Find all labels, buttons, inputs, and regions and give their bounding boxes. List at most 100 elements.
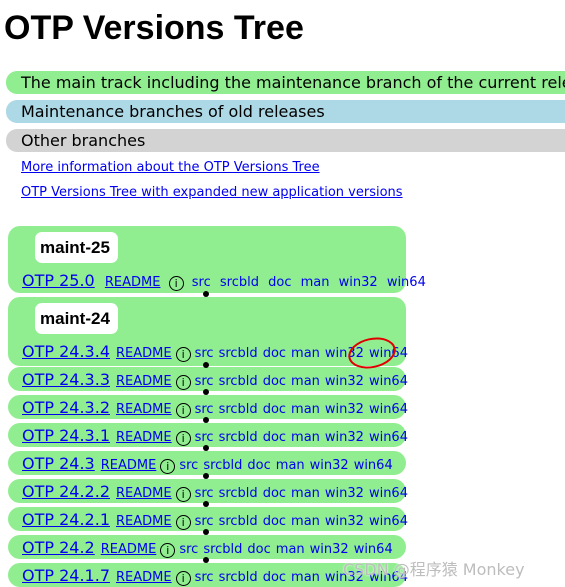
srcbld-link[interactable]: srcbld (219, 486, 258, 501)
legend-maintenance-old: Maintenance branches of old releases (6, 100, 565, 123)
doc-link[interactable]: doc (268, 275, 291, 290)
readme-link[interactable]: README (101, 458, 157, 473)
more-info-link[interactable]: More information about the OTP Versions … (21, 160, 320, 176)
win32-link[interactable]: win32 (325, 430, 364, 445)
expanded-tree-link[interactable]: OTP Versions Tree with expanded new appl… (21, 185, 403, 201)
release-row: OTP 24.2 README i src srcbld doc man win32 win64 (22, 538, 393, 558)
srcbld-link[interactable]: srcbld (203, 458, 242, 473)
srcbld-link[interactable]: srcbld (220, 275, 259, 290)
release-version-link[interactable]: OTP 24.3.2 (22, 398, 110, 417)
doc-link[interactable]: doc (263, 486, 286, 501)
info-icon[interactable]: i (175, 487, 191, 502)
info-icon[interactable]: i (160, 459, 176, 474)
man-link[interactable]: man (291, 402, 320, 417)
win32-link[interactable]: win32 (339, 275, 378, 290)
src-link[interactable]: src (195, 514, 214, 529)
legend-other-branches: Other branches (6, 129, 565, 152)
info-icon[interactable]: i (168, 276, 184, 291)
win32-link[interactable]: win32 (325, 402, 364, 417)
info-icon[interactable]: i (175, 571, 191, 586)
branch-header: maint-25 (35, 232, 118, 263)
srcbld-link[interactable]: srcbld (219, 374, 258, 389)
man-link[interactable]: man (291, 514, 320, 529)
win32-link[interactable]: win32 (310, 458, 349, 473)
doc-link[interactable]: doc (263, 514, 286, 529)
release-row: OTP 24.2.2 README i src srcbld doc man win32 win… (22, 482, 408, 502)
doc-link[interactable]: doc (247, 542, 270, 557)
src-link[interactable]: src (195, 570, 214, 585)
src-link[interactable]: src (195, 430, 214, 445)
release-version-link[interactable]: OTP 24.3 (22, 454, 95, 473)
readme-link[interactable]: README (116, 346, 172, 361)
win32-link[interactable]: win32 (310, 542, 349, 557)
src-link[interactable]: src (192, 275, 211, 290)
win32-link[interactable]: win32 (325, 514, 364, 529)
srcbld-link[interactable]: srcbld (219, 402, 258, 417)
info-icon[interactable]: i (175, 431, 191, 446)
man-link[interactable]: man (291, 346, 320, 361)
win64-link[interactable]: win64 (369, 486, 408, 501)
win64-link[interactable]: win64 (354, 458, 393, 473)
srcbld-link[interactable]: srcbld (219, 430, 258, 445)
branch-header: maint-24 (35, 303, 118, 334)
man-link[interactable]: man (291, 430, 320, 445)
man-link[interactable]: man (301, 275, 330, 290)
readme-link[interactable]: README (116, 402, 172, 417)
release-version-link[interactable]: OTP 24.3.3 (22, 370, 110, 389)
info-icon[interactable]: i (175, 403, 191, 418)
src-link[interactable]: src (179, 458, 198, 473)
man-link[interactable]: man (291, 570, 320, 585)
info-icon[interactable]: i (175, 375, 191, 390)
man-link[interactable]: man (276, 458, 305, 473)
release-version-link[interactable]: OTP 24.3.1 (22, 426, 110, 445)
tree-connector-dot (203, 362, 209, 368)
doc-link[interactable]: doc (263, 402, 286, 417)
src-link[interactable]: src (195, 402, 214, 417)
release-version-link[interactable]: OTP 24.1.7 (22, 566, 110, 585)
readme-link[interactable]: README (116, 374, 172, 389)
src-link[interactable]: src (179, 542, 198, 557)
readme-link[interactable]: README (116, 430, 172, 445)
doc-link[interactable]: doc (263, 430, 286, 445)
src-link[interactable]: src (195, 374, 214, 389)
man-link[interactable]: man (291, 374, 320, 389)
doc-link[interactable]: doc (263, 374, 286, 389)
win32-link[interactable]: win32 (325, 486, 364, 501)
src-link[interactable]: src (195, 486, 214, 501)
info-icon[interactable]: i (175, 515, 191, 530)
info-icon[interactable]: i (175, 347, 191, 362)
win64-link[interactable]: win64 (354, 542, 393, 557)
srcbld-link[interactable]: srcbld (219, 346, 258, 361)
win64-link[interactable]: win64 (387, 275, 426, 290)
info-icon[interactable]: i (160, 543, 176, 558)
release-version-link[interactable]: OTP 24.3.4 (22, 342, 110, 361)
src-link[interactable]: src (195, 346, 214, 361)
readme-link[interactable]: README (116, 570, 172, 585)
release-version-link[interactable]: OTP 25.0 (22, 271, 95, 290)
release-row: OTP 24.3 README i src srcbld doc man win32 win64 (22, 454, 393, 474)
release-row: OTP 25.0 README i src srcbld doc man win… (22, 271, 426, 291)
win64-link[interactable]: win64 (369, 374, 408, 389)
srcbld-link[interactable]: srcbld (219, 514, 258, 529)
win64-link[interactable]: win64 (369, 402, 408, 417)
watermark: CSDN @程序猿 Monkey (343, 560, 525, 579)
win32-link[interactable]: win32 (325, 374, 364, 389)
doc-link[interactable]: doc (247, 458, 270, 473)
readme-link[interactable]: README (116, 514, 172, 529)
man-link[interactable]: man (276, 542, 305, 557)
win64-link[interactable]: win64 (369, 430, 408, 445)
win64-link[interactable]: win64 (369, 514, 408, 529)
readme-link[interactable]: README (101, 542, 157, 557)
readme-link[interactable]: README (116, 486, 172, 501)
release-version-link[interactable]: OTP 24.2.1 (22, 510, 110, 529)
man-link[interactable]: man (291, 486, 320, 501)
release-version-link[interactable]: OTP 24.2 (22, 538, 95, 557)
readme-link[interactable]: README (105, 275, 161, 290)
release-row: OTP 24.3.3 README i src srcbld doc man win32 win… (22, 370, 408, 390)
doc-link[interactable]: doc (263, 570, 286, 585)
legend-main-track: The main track including the maintenance… (6, 71, 565, 94)
doc-link[interactable]: doc (263, 346, 286, 361)
srcbld-link[interactable]: srcbld (219, 570, 258, 585)
release-version-link[interactable]: OTP 24.2.2 (22, 482, 110, 501)
srcbld-link[interactable]: srcbld (203, 542, 242, 557)
